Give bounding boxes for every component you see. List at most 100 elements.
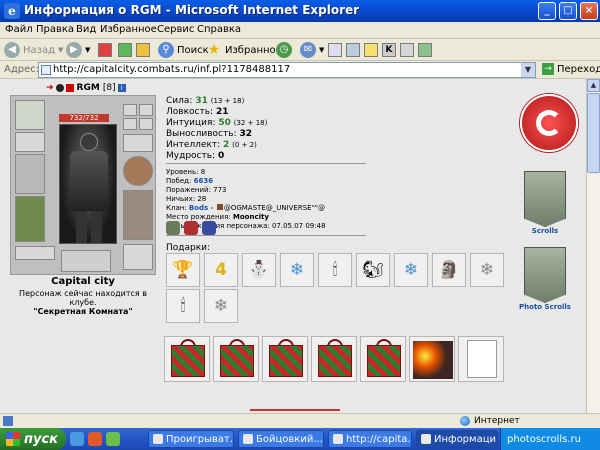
- scroll-up-icon[interactable]: ▲: [587, 79, 600, 92]
- greaves: [76, 211, 102, 243]
- address-input[interactable]: http://capitalcity.combats.ru/inf.pl?117…: [38, 62, 536, 78]
- gift-item[interactable]: ❄: [204, 289, 238, 323]
- stop-icon: [98, 43, 112, 57]
- quick-desktop-icon[interactable]: [106, 432, 120, 446]
- address-label: Адрес:: [4, 64, 40, 75]
- gift-item[interactable]: 4: [204, 253, 238, 287]
- maximize-button[interactable]: □: [559, 2, 577, 20]
- refresh-button[interactable]: [118, 41, 132, 59]
- bonus-book-icon[interactable]: [166, 221, 180, 235]
- task-combats[interactable]: Бойцовкий...: [238, 430, 324, 448]
- gift-fireworks[interactable]: [409, 336, 455, 382]
- scrolls-label[interactable]: Scrolls: [524, 227, 566, 235]
- slot-weapon[interactable]: [15, 154, 45, 194]
- extension-button[interactable]: [418, 41, 432, 59]
- slot-helmet[interactable]: [15, 100, 45, 130]
- wins-row: Побед: 6636: [166, 177, 214, 185]
- menu-file[interactable]: Файл: [5, 24, 33, 35]
- stop-button[interactable]: [98, 41, 112, 59]
- back-button[interactable]: ◀ Назад ▼: [4, 41, 63, 59]
- gift-item[interactable]: ❄: [394, 253, 428, 287]
- quick-launch: [70, 432, 120, 446]
- slot-bracer[interactable]: [15, 132, 45, 152]
- gift-item[interactable]: ❄: [470, 253, 504, 287]
- home-button[interactable]: [136, 41, 150, 59]
- slot-belt[interactable]: [15, 246, 55, 260]
- gift-bag[interactable]: [262, 336, 308, 382]
- room-name: "Секретная Комната": [33, 307, 133, 316]
- gift-bag[interactable]: [311, 336, 357, 382]
- photo-scrolls-label[interactable]: Photo Scrolls: [512, 303, 578, 311]
- slot-ring-1[interactable]: [139, 118, 153, 130]
- stat-strength: Сила: 31 (13 + 18): [166, 96, 245, 106]
- gift-item[interactable]: 🏆: [166, 253, 200, 287]
- quick-media-icon[interactable]: [88, 432, 102, 446]
- gift-bag[interactable]: [213, 336, 259, 382]
- start-button[interactable]: пуск: [0, 428, 66, 450]
- divider: [166, 235, 366, 236]
- losses-text: Поражений: 773: [166, 186, 227, 194]
- vertical-scrollbar[interactable]: ▲: [586, 79, 600, 413]
- scrolls-banner[interactable]: [524, 171, 566, 227]
- gift-item[interactable]: ❄: [280, 253, 314, 287]
- close-button[interactable]: ×: [580, 2, 598, 20]
- menu-help[interactable]: Справка: [197, 24, 241, 35]
- forward-button[interactable]: ▶ ▼: [66, 41, 90, 59]
- title-bar[interactable]: e Информация о RGM - Microsoft Internet …: [0, 0, 600, 22]
- forward-arrow-icon: ▶: [66, 42, 82, 58]
- search-label: Поиск: [177, 44, 209, 56]
- scroll-thumb[interactable]: [587, 93, 600, 173]
- photo-scrolls-banner[interactable]: [524, 247, 566, 303]
- forward-dropdown-icon: ▼: [85, 46, 91, 54]
- slot-gloves[interactable]: [123, 134, 153, 152]
- app-icon: [243, 434, 253, 444]
- task-info-window[interactable]: Информаци...: [416, 430, 498, 448]
- clan-link[interactable]: Bods -: [189, 204, 214, 212]
- slot-boots[interactable]: [123, 244, 153, 270]
- bonus-shield-icon[interactable]: [202, 221, 216, 235]
- info-icon[interactable]: i: [117, 84, 126, 92]
- go-button[interactable]: → Переход: [542, 63, 600, 75]
- history-button[interactable]: ◷: [276, 41, 295, 59]
- task-capitalcity[interactable]: http://capita...: [328, 430, 412, 448]
- slot-amulet[interactable]: [123, 118, 137, 130]
- research-button[interactable]: K: [382, 41, 396, 59]
- back-arrow-icon: ◀: [4, 42, 20, 58]
- discuss-button[interactable]: [364, 41, 378, 59]
- windows-logo-icon: [6, 432, 20, 446]
- zone-label: Интернет: [474, 416, 520, 426]
- menu-view[interactable]: Вид: [76, 24, 96, 35]
- slot-shield[interactable]: [123, 156, 153, 186]
- stat-endurance: Выносливость: 32: [166, 129, 252, 139]
- minimize-button[interactable]: _: [538, 2, 556, 20]
- gift-item[interactable]: 🐿: [356, 253, 390, 287]
- edit-icon: [346, 43, 360, 57]
- go-label: Переход: [557, 63, 600, 75]
- address-dropdown-icon[interactable]: ▼: [521, 63, 535, 77]
- bonus-flower-icon[interactable]: [184, 221, 198, 235]
- slot-armor[interactable]: [15, 196, 45, 242]
- gift-item[interactable]: 🕯: [166, 289, 200, 323]
- menu-favorites[interactable]: Избранное: [100, 24, 157, 35]
- print-button[interactable]: [328, 41, 342, 59]
- slot-earring-1[interactable]: [123, 104, 137, 116]
- mail-button[interactable]: ✉ ▼: [300, 41, 324, 59]
- favorites-button[interactable]: ★ Избранное: [206, 41, 282, 59]
- slot-leggings[interactable]: [123, 190, 153, 240]
- quick-ie-icon[interactable]: [70, 432, 84, 446]
- search-button[interactable]: ⚲ Поиск: [158, 41, 209, 59]
- gift-calendar[interactable]: [458, 336, 504, 382]
- slot-earring-2[interactable]: [139, 104, 153, 116]
- gift-item[interactable]: 🗿: [432, 253, 466, 287]
- flag-icon: [65, 84, 74, 92]
- gift-item[interactable]: ⛄: [242, 253, 276, 287]
- gift-bag[interactable]: [164, 336, 210, 382]
- menu-edit[interactable]: Правка: [36, 24, 74, 35]
- clan-seal-icon[interactable]: [520, 94, 578, 152]
- task-media-player[interactable]: Проигрыват...: [148, 430, 234, 448]
- edit-button[interactable]: [346, 41, 360, 59]
- menu-tools[interactable]: Сервис: [157, 24, 194, 35]
- gift-bag[interactable]: [360, 336, 406, 382]
- messenger-button[interactable]: [400, 41, 414, 59]
- gift-item[interactable]: 🕯: [318, 253, 352, 287]
